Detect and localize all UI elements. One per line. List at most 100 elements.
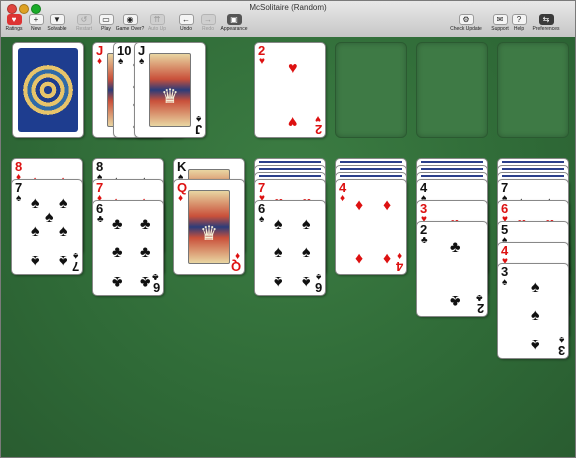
card-suit-icon: ♦ — [178, 193, 184, 204]
toolbar-label: Appearance — [220, 26, 248, 32]
suit-pip-icon: ♠ — [531, 336, 540, 353]
suit-pip-icon: ♠ — [59, 195, 68, 212]
foundation-card[interactable]: 2 ♥ 2 ♥ ♥ ♥ — [254, 42, 326, 138]
foundation-slot[interactable] — [416, 42, 488, 138]
card-suit-bottom-icon: ♠ — [315, 271, 321, 282]
toolbar-label: Solvable — [47, 26, 67, 32]
suit-pip-icon: ♣ — [112, 273, 123, 290]
card-suit-icon: ♣ — [421, 235, 428, 246]
suit-pip-icon: ♣ — [450, 292, 461, 309]
suit-pip-icon: ♥ — [288, 113, 298, 130]
toolbar-label: Redo — [202, 26, 214, 32]
down-arrow-icon: ▼ — [49, 14, 65, 25]
toolbar-label: Play — [101, 26, 111, 32]
eye-icon: ◉ — [122, 14, 138, 25]
tableau-card[interactable]: 3 ♠ 3 ♠ ♠ ♠ ♠ — [497, 263, 569, 359]
card-suit-bottom-icon: ♠ — [195, 113, 201, 124]
toolbar-label: Help — [513, 26, 525, 32]
suit-pip-icon: ♠ — [59, 252, 68, 269]
card-rank-bottom: J — [194, 122, 202, 137]
card-suit-icon: ♠ — [502, 277, 508, 288]
card-suit-icon: ♥ — [259, 56, 265, 67]
stock-pile[interactable] — [12, 42, 84, 138]
suit-pip-icon: ♣ — [112, 244, 123, 261]
tableau-card[interactable]: 2 ♣ 2 ♣ ♣ ♣ — [416, 221, 488, 317]
card-suit-icon: ♦ — [340, 193, 346, 204]
suit-pip-icon: ♠ — [45, 209, 54, 226]
card-suit-bottom-icon: ♠ — [558, 334, 564, 345]
window-title: McSolitaire (Random) — [249, 3, 327, 12]
suit-pip-icon: ♣ — [140, 244, 151, 261]
suit-pip-icon: ♠ — [302, 273, 311, 290]
toolbar: McSolitaire (Random) ♥ Ratings + New ▼ Solvab… — [1, 1, 575, 38]
card-suit-bottom-icon: ♠ — [72, 250, 78, 261]
card-rank-bottom: 7 — [71, 259, 79, 274]
toolbar-label: Auto Up — [147, 26, 167, 32]
card-suit-icon: ♠ — [259, 214, 265, 225]
suit-pip-icon: ♦ — [383, 250, 392, 267]
card-suit-bottom-icon: ♦ — [234, 250, 240, 261]
suit-pip-icon: ♠ — [31, 195, 40, 212]
card-suit-bottom-icon: ♣ — [476, 292, 483, 303]
suit-pip-icon: ♠ — [31, 252, 40, 269]
play-icon: ▭ — [98, 14, 114, 25]
suit-pip-icon: ♠ — [531, 307, 540, 324]
suit-pip-icon: ♣ — [450, 239, 461, 256]
foundation-slot[interactable] — [335, 42, 407, 138]
gear-icon: ⚙ — [458, 14, 474, 25]
card-suit-icon: ♣ — [97, 214, 104, 225]
toolbar-label: Preferences — [532, 26, 560, 32]
tableau-card[interactable]: 6 ♣ 6 ♣ ♣ ♣ ♣ ♣ ♣ ♣ — [92, 200, 164, 296]
card-rank-bottom: 2 — [314, 122, 322, 137]
foundation-slot[interactable] — [497, 42, 569, 138]
toolbar-label: Check Update — [450, 26, 482, 32]
suit-pip-icon: ♦ — [355, 197, 364, 214]
suit-pip-icon: ♠ — [274, 216, 283, 233]
card-suit-icon: ♦ — [97, 56, 103, 67]
auto-up-icon: ⇈ — [149, 14, 165, 25]
waste-card[interactable]: J ♠ J ♠ ♛ — [134, 42, 206, 138]
court-figure-icon: ♛ — [188, 190, 230, 264]
tableau-card[interactable]: 7♠7♠♠♠♠♠♠♠♠ — [11, 179, 83, 275]
tableau-card[interactable]: 6 ♠ 6 ♠ ♠ ♠ ♠ ♠ ♠ ♠ — [254, 200, 326, 296]
court-figure-icon: ♛ — [149, 53, 191, 127]
card-rank-bottom: 6 — [314, 280, 322, 295]
card-rank-bottom: 2 — [476, 301, 484, 316]
card-suit-bottom-icon: ♣ — [152, 271, 159, 282]
suit-pip-icon: ♣ — [112, 216, 123, 233]
suit-pip-icon: ♣ — [140, 216, 151, 233]
app-window: McSolitaire (Random) ♥ Ratings + New ▼ Solvab… — [0, 0, 576, 458]
card-rank-bottom: 3 — [557, 343, 565, 358]
suit-pip-icon: ♦ — [355, 250, 364, 267]
suit-pip-icon: ♣ — [140, 273, 151, 290]
suit-pip-icon: ♠ — [302, 216, 311, 233]
tableau-card[interactable]: Q ♦ Q ♦ ♛ — [173, 179, 245, 275]
appearance-icon: ▣ — [226, 14, 242, 25]
card-rank-bottom: Q — [230, 259, 241, 274]
suit-pip-icon: ♠ — [31, 223, 40, 240]
toolbar-button-check-update[interactable]: ⚙ Check Update — [449, 14, 483, 36]
suit-pip-icon: ♠ — [274, 273, 283, 290]
card-rank-bottom: 6 — [152, 280, 160, 295]
suit-pip-icon: ♠ — [59, 223, 68, 240]
suit-pip-icon: ♠ — [531, 279, 540, 296]
switch-icon: ⇆ — [538, 14, 554, 25]
tableau-card[interactable]: 4 ♦ 4 ♦ ♦ ♦ ♦ ♦ — [335, 179, 407, 275]
crown-icon: ♛ — [200, 223, 218, 245]
card-suit-icon: ♠ — [139, 56, 145, 67]
game-table: J♦J♦♛10♠10♠♠♠♠♠♠♠♠♠♠♠J♠J♠♛ 2♥2♥♥♥ 8♦8♦♦♦… — [1, 37, 575, 457]
suit-pip-icon: ♥ — [288, 60, 298, 77]
toolbar-button-preferences[interactable]: ⇆ Preferences — [529, 14, 563, 36]
suit-pip-icon: ♠ — [274, 244, 283, 261]
card-suit-icon: ♠ — [16, 193, 22, 204]
toolbar-button-appearance[interactable]: ▣ Appearance — [217, 14, 251, 36]
crown-icon: ♛ — [161, 86, 179, 108]
help-icon: ? — [511, 14, 527, 25]
card-suit-icon: ♠ — [118, 56, 124, 67]
redo-icon: → — [200, 14, 216, 25]
card-suit-bottom-icon: ♦ — [396, 250, 402, 261]
card-rank-bottom: 4 — [395, 259, 403, 274]
suit-pip-icon: ♦ — [383, 197, 392, 214]
card-back-icon — [18, 48, 78, 132]
card-suit-bottom-icon: ♥ — [315, 113, 321, 124]
